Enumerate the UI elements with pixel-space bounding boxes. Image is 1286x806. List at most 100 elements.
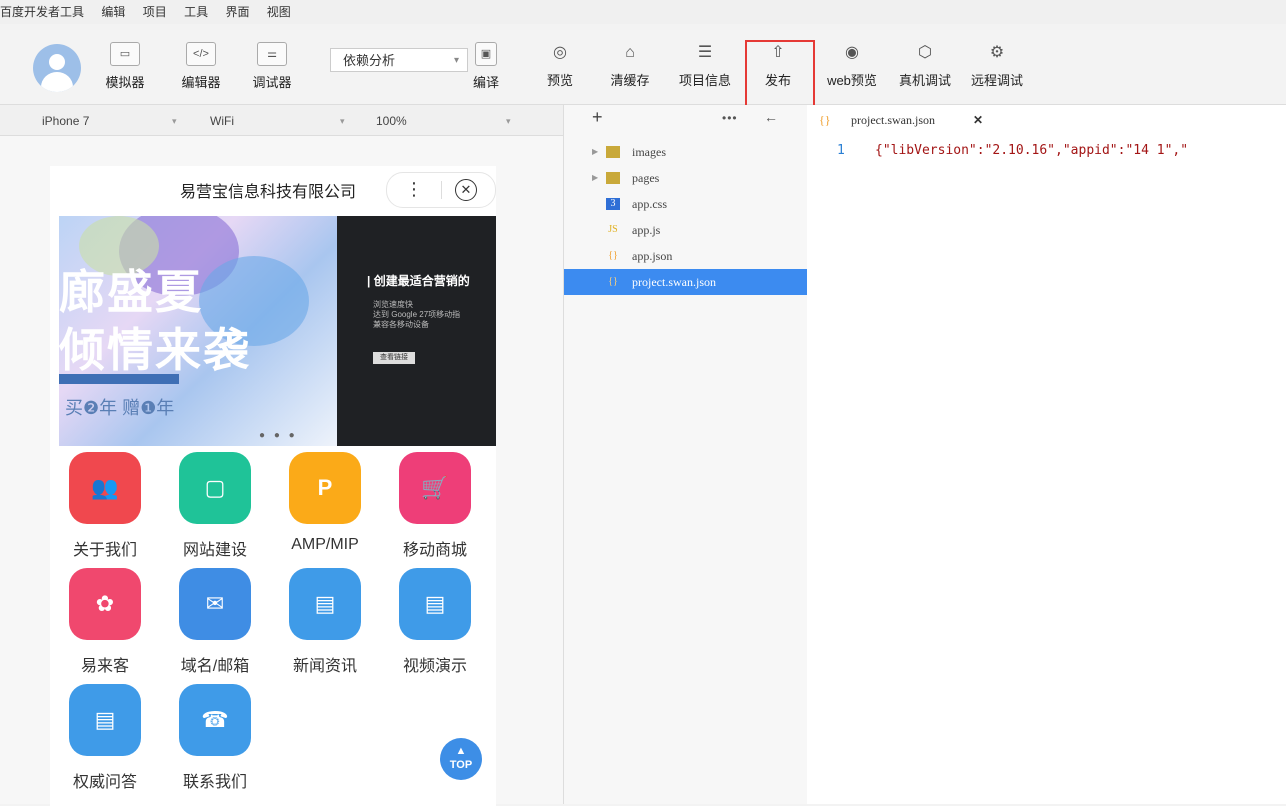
back-to-top-button[interactable]: ▲ TOP [440, 738, 482, 780]
cart-icon: 🛒 [399, 452, 471, 524]
tree-item-app-js[interactable]: JS app.js [564, 217, 807, 243]
grid-item-about[interactable]: 👥 关于我们 [50, 452, 160, 560]
zoom-label: 100% [376, 114, 407, 128]
grid-label: 视频演示 [402, 658, 467, 675]
phone-icon: ☎ [179, 684, 251, 756]
tree-item-images[interactable]: ▶ images [564, 139, 807, 165]
project-info-button[interactable]: ☰ 项目信息 [674, 42, 736, 89]
chevron-up-icon: ▲ [455, 745, 467, 757]
more-icon[interactable]: ••• [722, 111, 738, 125]
banner-promo: 买❷年 赠❶年 [65, 398, 175, 418]
compile-label: 编译 [472, 75, 499, 90]
compile-icon: ▣ [475, 42, 497, 66]
menu-tools[interactable]: 工具 [184, 5, 208, 19]
preview-button[interactable]: ◎ 预览 [540, 42, 580, 89]
grid-label: AMP/MIP [291, 536, 359, 553]
zoom-select[interactable]: 100% ▾ [376, 111, 526, 131]
editor-tab[interactable]: {} project.swan.json ✕ [807, 105, 1007, 135]
menu-interface[interactable]: 界面 [225, 5, 249, 19]
tree-item-app-json[interactable]: {} app.json [564, 243, 807, 269]
remote-debug-label: 远程调试 [970, 73, 1023, 88]
simulator-panel: 易营宝信息科技有限公司 ⋮ ✕ 廊盛夏 倾情来袭 买❷年 赠❶年 | 创建最适合… [0, 136, 563, 806]
remote-debug-button[interactable]: ⚙ 远程调试 [962, 42, 1032, 89]
code-line[interactable]: 1 {"libVersion":"2.10.16","appid":"14 1"… [807, 139, 1286, 163]
grid-item-news[interactable]: ▤ 新闻资讯 [270, 568, 380, 676]
line-number: 1 [837, 143, 845, 158]
carousel-dots: ● ● ● [259, 430, 298, 441]
folder-icon [606, 172, 620, 184]
chevron-down-icon: ▾ [340, 116, 345, 126]
list-icon: ☰ [697, 44, 713, 61]
menu-view[interactable]: 视图 [267, 5, 291, 19]
phone-screen: 易营宝信息科技有限公司 ⋮ ✕ 廊盛夏 倾情来袭 买❷年 赠❶年 | 创建最适合… [50, 166, 496, 806]
grid-item-amp[interactable]: P AMP/MIP [270, 452, 380, 554]
code-editor: {} project.swan.json ✕ 1 {"libVersion":"… [807, 105, 1286, 804]
clear-cache-button[interactable]: ⌂ 清缓存 [606, 42, 654, 89]
menu-app[interactable]: 百度开发者工具 [0, 5, 84, 19]
grid-label: 移动商城 [402, 542, 467, 559]
device-bar: iPhone 7 ▾ WiFi ▾ 100% ▾ [0, 105, 563, 136]
dependency-select[interactable]: 依赖分析 ▾ [330, 48, 468, 72]
phone-nav-bar: 易营宝信息科技有限公司 ⋮ ✕ [50, 166, 496, 212]
grid-item-video[interactable]: ▤ 视频演示 [380, 568, 490, 676]
collapse-icon[interactable]: ← [764, 109, 778, 125]
monitor-icon: ▢ [179, 452, 251, 524]
grid-item-mall[interactable]: 🛒 移动商城 [380, 452, 490, 560]
page-title: 易营宝信息科技有限公司 [180, 184, 357, 201]
banner-right-heading: | 创建最适合营销的 [367, 274, 470, 288]
web-preview-icon: ◉ [845, 44, 859, 61]
json-file-icon: {} [819, 113, 831, 127]
css-file-icon: 3 [606, 198, 620, 210]
close-icon[interactable]: ✕ [455, 179, 477, 201]
debugger-label: 调试器 [252, 75, 292, 90]
menu-edit[interactable]: 编辑 [101, 5, 125, 19]
file-tree-panel: + ••• ← ▶ images ▶ pages 3 app.css JS ap… [563, 105, 808, 804]
capsule-divider [441, 181, 442, 199]
grid-label: 新闻资讯 [292, 658, 357, 675]
tree-item-app-css[interactable]: 3 app.css [564, 191, 807, 217]
debugger-button[interactable]: ⚌ 调试器 [248, 42, 296, 91]
web-preview-button[interactable]: ◉ web预览 [824, 42, 880, 89]
top-label: TOP [449, 759, 473, 771]
chevron-right-icon: ▶ [592, 173, 599, 182]
compile-button[interactable]: ▣ 编译 [466, 42, 506, 91]
json-file-icon: {} [608, 276, 618, 287]
tree-item-label: app.json [632, 249, 673, 263]
editor-button[interactable]: </> 编辑器 [177, 42, 225, 91]
phone-icon: ▭ [110, 42, 140, 66]
close-icon[interactable]: ✕ [973, 105, 983, 135]
device-debug-label: 真机调试 [898, 73, 951, 88]
eye-icon: ◎ [553, 44, 567, 61]
avatar[interactable] [33, 44, 81, 92]
network-label: WiFi [210, 114, 234, 128]
folder-icon [606, 146, 620, 158]
device-label: iPhone 7 [42, 114, 90, 128]
tree-item-label: pages [632, 171, 660, 185]
more-icon[interactable]: ⋮ [405, 179, 423, 200]
grid-item-contact[interactable]: ☎ 联系我们 [160, 684, 270, 792]
users-icon: 👥 [69, 452, 141, 524]
chevron-right-icon: ▶ [592, 147, 599, 156]
tree-item-project-swan-json[interactable]: {} project.swan.json [564, 269, 807, 295]
banner-strip [59, 374, 179, 384]
device-select[interactable]: iPhone 7 ▾ [42, 111, 192, 131]
code-text: {"libVersion":"2.10.16","appid":"14 1"," [875, 143, 1189, 158]
editor-tab-label: project.swan.json [851, 113, 935, 127]
grid-item-domain[interactable]: ✉ 域名/邮箱 [160, 568, 270, 676]
document-icon: ▤ [69, 684, 141, 756]
tree-item-label: app.css [632, 197, 667, 211]
device-debug-button[interactable]: ⬡ 真机调试 [892, 42, 958, 89]
tree-item-pages[interactable]: ▶ pages [564, 165, 807, 191]
grid-label: 网站建设 [182, 542, 247, 559]
toolbar: ▭ 模拟器 </> 编辑器 ⚌ 调试器 依赖分析 ▾ ▣ 编译 ◎ 预览 ⌂ 清… [0, 24, 1286, 105]
banner-carousel[interactable]: 廊盛夏 倾情来袭 买❷年 赠❶年 | 创建最适合营销的 浏览速度快 达到 Goo… [59, 216, 496, 446]
simulator-button[interactable]: ▭ 模拟器 [103, 42, 147, 91]
grid-item-yilaike[interactable]: ✿ 易来客 [50, 568, 160, 676]
code-icon: </> [186, 42, 216, 66]
add-file-icon[interactable]: + [592, 107, 603, 128]
network-select[interactable]: WiFi ▾ [210, 111, 360, 131]
grid-item-qa[interactable]: ▤ 权威问答 [50, 684, 160, 792]
menu-project[interactable]: 项目 [143, 5, 167, 19]
banner-headline-1: 廊盛夏 [59, 265, 203, 319]
grid-item-website[interactable]: ▢ 网站建设 [160, 452, 270, 560]
